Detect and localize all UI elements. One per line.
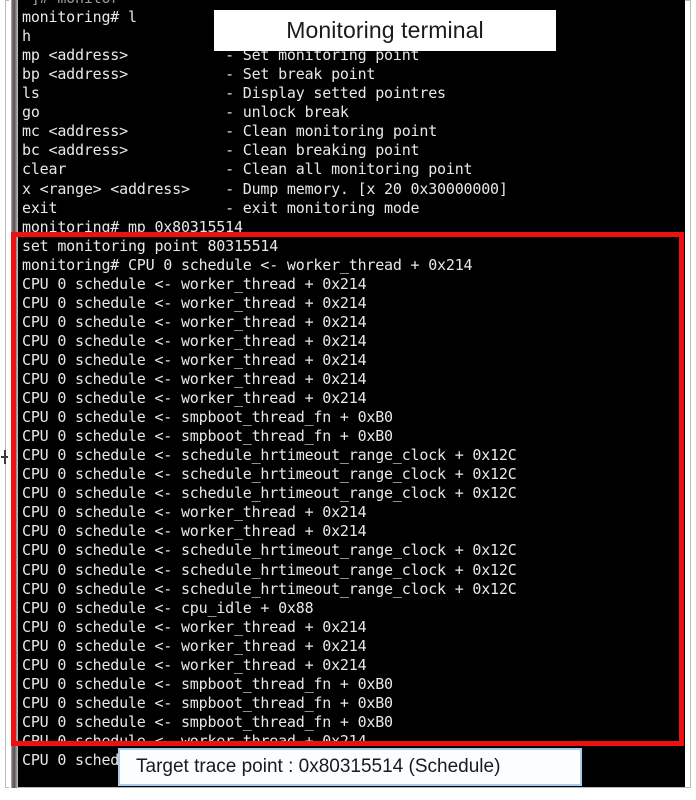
terminal-line: CPU 0 schedule <- smpboot_thread_fn + 0x… [22,693,393,712]
terminal-line: mc <address> - Clean monitoring point [22,122,438,141]
terminal-line: CPU 0 schedule <- worker_thread + 0x214 [22,331,367,350]
terminal-line: clear - Clean all monitoring point [22,160,473,179]
terminal-line: monitoring# CPU 0 schedule <- worker_thr… [22,255,473,274]
terminal-line: ~]# monitor [22,0,119,8]
terminal-line: CPU 0 schedule <- cpu_idle + 0x88 [22,598,314,617]
terminal-line: monitoring# mp 0x80315514 [22,217,243,236]
terminal-line: CPU 0 schedule <- smpboot_thread_fn + 0x… [22,674,393,693]
terminal-line: CPU 0 schedule <- worker_thread + 0x214 [22,655,367,674]
terminal-line: CPU 0 schedule <- smpboot_thread_fn + 0x… [22,408,393,427]
terminal-line: exit - exit monitoring mode [22,198,420,217]
terminal-window-left-edge [9,0,18,788]
terminal-line: CPU 0 schedule <- schedule_hrtimeout_ran… [22,465,517,484]
terminal-line: CPU 0 schedule <- worker_thread + 0x214 [22,350,367,369]
terminal-line: CPU 0 schedule <- worker_thread + 0x214 [22,312,367,331]
terminal-line: go - unlock break [22,103,349,122]
target-trace-point-callout: Target trace point : 0x80315514 (Schedul… [118,748,582,786]
terminal-line: CPU 0 schedule <- worker_thread + 0x214 [22,293,367,312]
terminal-line: bp <address> - Set break point [22,65,376,84]
terminal-line: CPU 0 schedule <- worker_thread + 0x214 [22,503,367,522]
terminal-line: CPU 0 schedule <- schedule_hrtimeout_ran… [22,541,517,560]
terminal-line: CPU 0 schedule <- smpboot_thread_fn + 0x… [22,427,393,446]
terminal-line: CPU 0 schedule <- schedule_hrtimeout_ran… [22,579,517,598]
terminal-line: x <range> <address> - Dump memory. [x 20… [22,179,508,198]
terminal-line: h - [22,27,243,46]
terminal-line: bc <address> - Clean breaking point [22,141,420,160]
target-trace-point-label: Target trace point : 0x80315514 (Schedul… [136,756,501,777]
monitoring-terminal-callout: Monitoring terminal [214,10,556,51]
page-canvas: ~]# monitormonitoring# lh - mp <address>… [0,0,696,800]
terminal-line: CPU 0 schedule <- worker_thread + 0x214 [22,617,367,636]
terminal-screen[interactable]: ~]# monitormonitoring# lh - mp <address>… [18,0,685,787]
terminal-line: CPU 0 schedule <- schedule_hrtimeout_ran… [22,560,517,579]
terminal-line: CPU 0 schedule <- smpboot_thread_fn + 0x… [22,712,393,731]
terminal-line: CPU 0 schedule <- worker_thread + 0x214 [22,274,367,293]
terminal-line: CPU 0 schedule <- schedule_hrtimeout_ran… [22,446,517,465]
terminal-line: CPU 0 schedule <- worker_thread + 0x214 [22,370,367,388]
terminal-line: ls - Display setted pointres [22,84,446,103]
terminal-line: CPU 0 schedule <- schedule_hrtimeout_ran… [22,484,517,503]
terminal-line: CPU 0 schedule <- worker_thread + 0x214 [22,636,367,655]
terminal-line: set monitoring point 80315514 [22,236,279,255]
terminal-line: CPU 0 schedule <- worker_thread + 0x214 [22,389,367,408]
monitoring-terminal-callout-label: Monitoring terminal [286,17,484,43]
page-edge-tick-mark-vertical [4,450,6,464]
terminal-line: monitoring# l [22,8,137,27]
terminal-line: CPU 0 schedule <- worker_thread + 0x214 [22,522,367,541]
